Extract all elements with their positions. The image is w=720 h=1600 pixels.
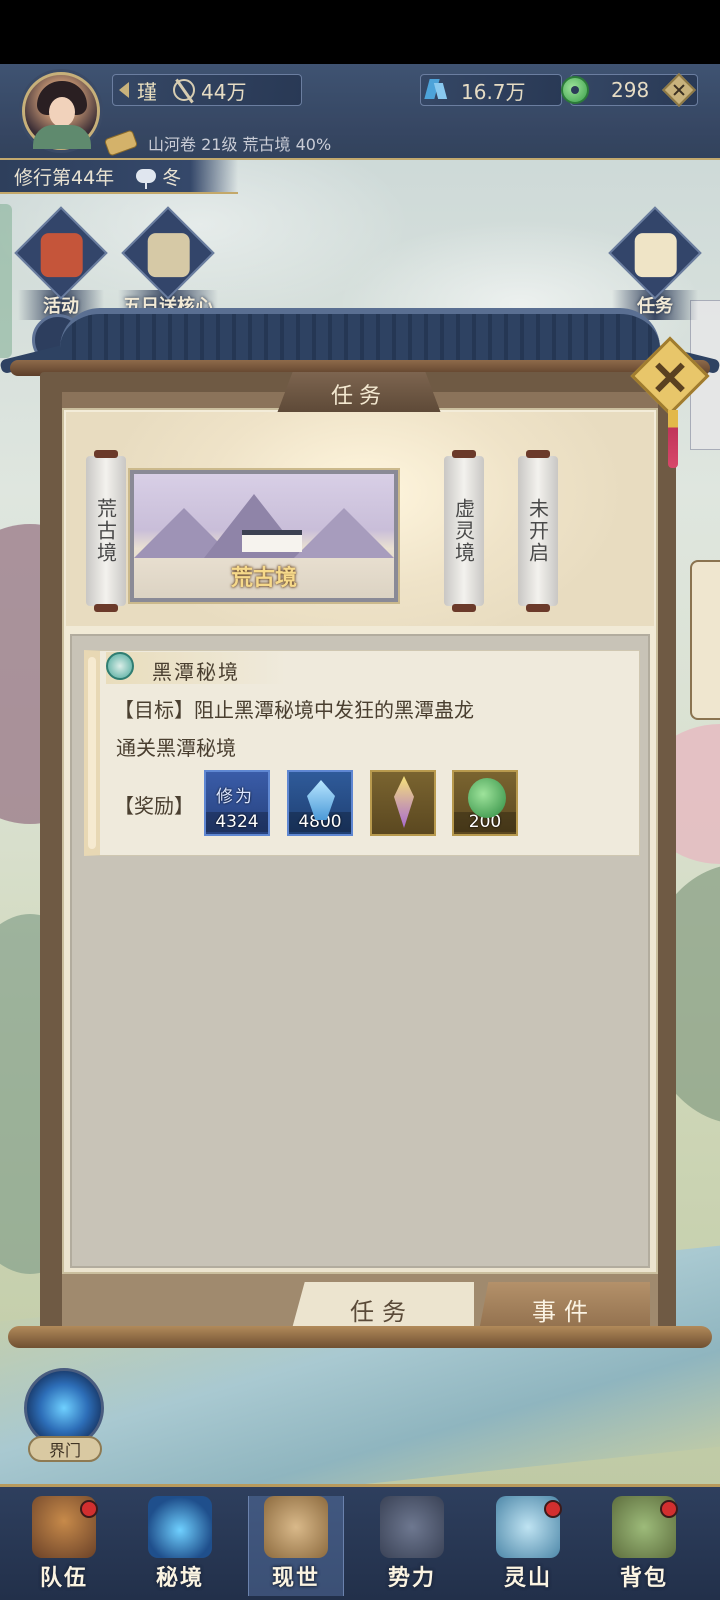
- avatar-robe: [33, 125, 91, 149]
- notification-dot: [80, 1500, 98, 1518]
- realm-card-label: 荒古境: [230, 565, 297, 591]
- player-info-pill[interactable]: 瑾 44万: [112, 74, 302, 106]
- nav-label: 灵山: [503, 1565, 552, 1591]
- reward-qty: 4324: [206, 812, 268, 832]
- status-bar: [0, 0, 720, 64]
- village-art: [242, 530, 302, 552]
- scroll-gift-icon: [147, 233, 190, 278]
- nav-team[interactable]: 队伍: [16, 1496, 112, 1596]
- nav-spirit-mountain[interactable]: 灵山: [480, 1496, 576, 1596]
- reward-crystal[interactable]: 4800: [287, 770, 353, 836]
- reward-cultivation[interactable]: 修为 4324: [204, 770, 270, 836]
- notification-dot: [544, 1500, 562, 1518]
- spirit-stone-icon: [394, 776, 414, 828]
- arrow-left-icon: [119, 82, 129, 98]
- tassel-decoration: [668, 410, 678, 468]
- crystal-currency[interactable]: 16.7万: [420, 74, 562, 106]
- combat-power-icon: [173, 79, 195, 101]
- nav-label: 背包: [619, 1565, 668, 1591]
- reward-name: 修为: [216, 787, 254, 807]
- vortex-icon: [148, 1496, 212, 1558]
- snow-weather-icon: [136, 169, 157, 189]
- panel-title-tab: 任务: [276, 372, 442, 416]
- world-map-icon: [264, 1496, 328, 1558]
- realm-scroll-locked[interactable]: 未开启: [518, 450, 558, 612]
- roof-tiles: [60, 308, 660, 366]
- combat-power-value: 44万: [201, 79, 247, 104]
- jade-icon: [561, 76, 589, 104]
- panel-title: 任务: [330, 384, 387, 409]
- realm-scroll-huanggu[interactable]: 荒古境: [86, 450, 126, 612]
- notification-dot: [660, 1500, 678, 1518]
- quest-type-icon: [106, 652, 134, 680]
- player-avatar[interactable]: [22, 72, 100, 150]
- cultivation-year-bar: 修行第44年 冬: [0, 160, 238, 194]
- reward-label: 【奖励】: [114, 794, 194, 818]
- realm-gate-label[interactable]: 界门: [28, 1436, 102, 1462]
- realm-card-selected[interactable]: 荒古境: [130, 470, 398, 602]
- mountain-art: [294, 508, 394, 558]
- panel-base-rod: [8, 1326, 712, 1348]
- activity-frame: [608, 206, 702, 300]
- crystal-icon: [425, 77, 447, 103]
- lantern-icon: [40, 233, 83, 278]
- nav-label: 现世: [271, 1565, 320, 1591]
- nav-backpack[interactable]: 背包: [596, 1496, 692, 1596]
- reward-jade[interactable]: 200: [452, 770, 518, 836]
- scroll-progress[interactable]: 山河卷 21级 荒古境 40%: [103, 128, 332, 158]
- palace-icon: [380, 1496, 444, 1558]
- nav-label: 势力: [387, 1565, 436, 1591]
- crystal-value: 16.7万: [461, 79, 526, 104]
- card-rail: [88, 657, 96, 849]
- jade-value: 298: [611, 78, 650, 102]
- task-scroll-icon: [634, 233, 677, 278]
- player-name: 瑾: [137, 79, 157, 104]
- season-text: 冬: [162, 166, 182, 189]
- right-side-drawer[interactable]: [690, 560, 720, 720]
- avatar-face: [49, 97, 75, 127]
- nav-faction[interactable]: 势力: [364, 1496, 460, 1596]
- jade-icon: [468, 778, 506, 818]
- add-jade-icon[interactable]: [662, 73, 696, 107]
- jade-currency[interactable]: 298: [561, 73, 698, 107]
- activity-frame: [14, 206, 108, 300]
- year-text: 修行第44年: [14, 166, 115, 189]
- scroll-icon: [103, 129, 139, 157]
- nav-label: 秘境: [155, 1565, 204, 1591]
- reward-spirit-stone[interactable]: [370, 770, 436, 836]
- quest-goal-line1: 【目标】阻止黑潭秘境中发狂的黑潭蛊龙: [114, 698, 474, 722]
- activity-frame: [121, 206, 215, 300]
- quest-goal-line2: 通关黑潭秘境: [116, 736, 236, 760]
- progress-text: 山河卷 21级 荒古境 40%: [148, 135, 332, 154]
- quest-title: 黑潭秘境: [152, 660, 240, 684]
- nav-label: 队伍: [39, 1565, 88, 1591]
- nav-secret-realm[interactable]: 秘境: [132, 1496, 228, 1596]
- realm-scroll-xuling[interactable]: 虚灵境: [444, 450, 484, 612]
- nav-world[interactable]: 现世: [248, 1496, 344, 1596]
